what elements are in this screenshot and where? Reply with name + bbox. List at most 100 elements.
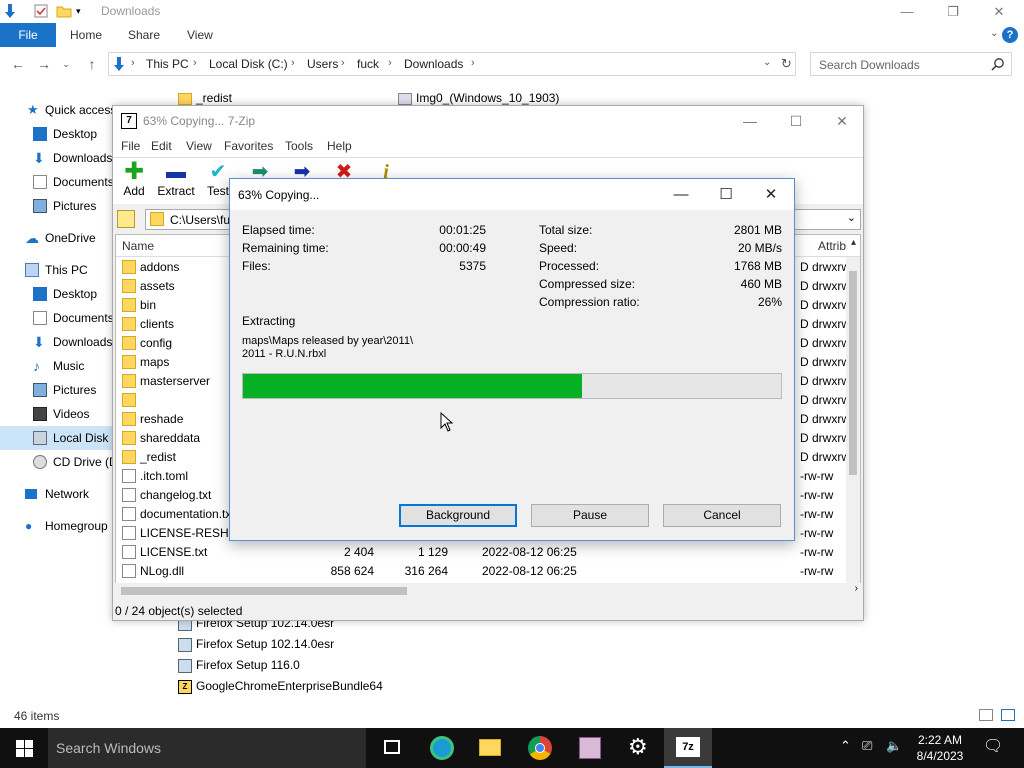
- taskbar-search-input[interactable]: Search Windows: [56, 740, 161, 756]
- add-button[interactable]: ✚ Add: [111, 160, 157, 204]
- crumb-separator-icon[interactable]: ›: [341, 57, 345, 69]
- crumb-downloads[interactable]: Downloads: [404, 57, 463, 71]
- taskbar-search[interactable]: Search Windows: [48, 728, 366, 768]
- column-name[interactable]: Name: [122, 239, 154, 253]
- search-input[interactable]: Search Downloads: [819, 58, 920, 72]
- search-icon[interactable]: [991, 57, 1005, 71]
- edge-button[interactable]: [418, 728, 466, 768]
- list-item[interactable]: NLog.dll 858 624 316 264 2022-08-12 06:25 -r…: [116, 562, 846, 581]
- horizontal-scrollbar[interactable]: ›: [115, 583, 861, 599]
- nav-pc-downloads[interactable]: ⬇ Downloads: [33, 332, 117, 352]
- refresh-icon[interactable]: ↻: [781, 56, 792, 72]
- list-item[interactable]: LICENSE.txt 2 404 1 129 2022-08-12 06:25 -rw…: [116, 543, 846, 562]
- help-icon[interactable]: ?: [1002, 27, 1018, 43]
- ribbon-view-tab[interactable]: View: [187, 23, 213, 47]
- volume-muted-icon[interactable]: 🔈: [886, 738, 902, 754]
- details-view-icon[interactable]: [979, 709, 993, 721]
- nav-pc-desktop[interactable]: Desktop: [33, 284, 117, 304]
- expand-ribbon-icon[interactable]: ⌄: [990, 28, 998, 39]
- large-icons-view-icon[interactable]: [1001, 709, 1015, 721]
- task-view-button[interactable]: [368, 728, 416, 768]
- nav-downloads[interactable]: ⬇ Downloads: [33, 148, 117, 168]
- nav-this-pc[interactable]: This PC: [25, 260, 117, 280]
- nav-quick-access[interactable]: ★ Quick access: [27, 100, 117, 120]
- properties-icon[interactable]: [33, 3, 49, 19]
- menu-help[interactable]: Help: [327, 139, 352, 153]
- ribbon-share-tab[interactable]: Share: [128, 23, 160, 47]
- path-dropdown-icon[interactable]: ⌄: [847, 211, 856, 224]
- new-folder-icon[interactable]: [56, 3, 72, 19]
- menu-view[interactable]: View: [186, 139, 212, 153]
- menu-edit[interactable]: Edit: [151, 139, 172, 153]
- menu-file[interactable]: File: [121, 139, 140, 153]
- nav-cd-drive[interactable]: CD Drive (D: [33, 452, 117, 472]
- nav-local-disk[interactable]: Local Disk (: [0, 426, 117, 450]
- nav-videos[interactable]: Videos: [33, 404, 117, 424]
- sevenzip-close-button[interactable]: ✕: [819, 106, 865, 136]
- notifications-icon[interactable]: 🗨: [983, 736, 1003, 756]
- nav-homegroup[interactable]: ● Homegroup: [25, 516, 117, 536]
- file-item[interactable]: Firefox Setup 102.14.0esr: [178, 634, 334, 654]
- customize-qat-icon[interactable]: ▾: [76, 3, 92, 19]
- crumb-separator-icon[interactable]: ›: [471, 57, 475, 69]
- up-folder-icon[interactable]: [117, 210, 135, 228]
- nav-pc-pictures[interactable]: Pictures: [33, 380, 117, 400]
- ribbon-home-tab[interactable]: Home: [70, 23, 102, 47]
- scroll-up-icon[interactable]: ▴: [851, 237, 856, 248]
- network-status-icon[interactable]: ⎚: [862, 738, 872, 754]
- nav-documents[interactable]: Documents: [33, 172, 117, 192]
- ribbon-file-tab[interactable]: File: [0, 23, 56, 47]
- explorer-minimize-button[interactable]: —: [884, 0, 930, 23]
- scroll-right-icon[interactable]: ›: [855, 583, 858, 594]
- download-arrow-icon[interactable]: [2, 3, 18, 19]
- start-button[interactable]: [0, 728, 48, 768]
- sevenzip-maximize-button[interactable]: ☐: [773, 106, 819, 136]
- background-button[interactable]: Background: [399, 504, 517, 527]
- crumb-separator-icon[interactable]: ›: [291, 57, 295, 69]
- crumb-separator-icon[interactable]: ›: [388, 57, 392, 69]
- nav-network[interactable]: Network: [25, 484, 117, 504]
- explorer-close-button[interactable]: ✕: [976, 0, 1022, 23]
- chrome-button[interactable]: [516, 728, 564, 768]
- progress-minimize-button[interactable]: —: [658, 179, 704, 210]
- nav-onedrive[interactable]: ☁ OneDrive: [25, 228, 117, 248]
- search-box[interactable]: Search Downloads: [810, 52, 1012, 76]
- nav-music[interactable]: ♪ Music: [33, 356, 117, 376]
- pause-button[interactable]: Pause: [531, 504, 649, 527]
- crumb-local-disk[interactable]: Local Disk (C:): [209, 57, 288, 71]
- crumb-separator-icon[interactable]: ›: [193, 57, 197, 69]
- clock[interactable]: 2:22 AM 8/4/2023: [912, 732, 968, 764]
- recent-locations-icon[interactable]: ⌄: [56, 53, 76, 75]
- back-button[interactable]: ←: [8, 53, 28, 75]
- crumb-separator-icon[interactable]: ›: [131, 57, 135, 69]
- nav-pictures[interactable]: Pictures: [33, 196, 117, 216]
- crumb-users[interactable]: Users: [307, 57, 338, 71]
- progress-maximize-button[interactable]: ☐: [703, 179, 749, 210]
- cancel-button[interactable]: Cancel: [663, 504, 781, 527]
- show-hidden-icons-icon[interactable]: ⌃: [840, 738, 851, 754]
- address-dropdown-icon[interactable]: ⌄: [763, 57, 771, 68]
- file-explorer-button[interactable]: [466, 728, 514, 768]
- explorer-maximize-button[interactable]: ❐: [930, 0, 976, 23]
- forward-button[interactable]: →: [34, 53, 54, 75]
- menu-tools[interactable]: Tools: [285, 139, 313, 153]
- progress-close-button[interactable]: ✕: [748, 179, 794, 210]
- file-item[interactable]: Z GoogleChromeEnterpriseBundle64: [178, 676, 383, 696]
- address-bar[interactable]: › This PC › Local Disk (C:) › Users › fu…: [108, 52, 796, 76]
- crumb-this-pc[interactable]: This PC: [146, 57, 189, 71]
- settings-button[interactable]: ⚙: [614, 728, 662, 768]
- 7zip-taskbar-button[interactable]: 7z: [664, 728, 712, 768]
- nav-desktop[interactable]: Desktop: [33, 124, 117, 144]
- file-item[interactable]: Firefox Setup 116.0: [178, 655, 300, 675]
- nav-pc-documents[interactable]: Documents: [33, 308, 117, 328]
- sevenzip-minimize-button[interactable]: —: [727, 106, 773, 136]
- vertical-scrollbar[interactable]: [846, 257, 860, 583]
- extract-button[interactable]: ▬ Extract: [153, 160, 199, 204]
- scroll-thumb[interactable]: [121, 587, 407, 595]
- crumb-user[interactable]: fuck: [357, 57, 379, 71]
- up-button[interactable]: ↑: [82, 53, 102, 75]
- scroll-thumb[interactable]: [849, 271, 857, 475]
- column-attrib[interactable]: Attrib: [818, 239, 846, 253]
- menu-favorites[interactable]: Favorites: [224, 139, 273, 153]
- winrar-button[interactable]: [566, 728, 614, 768]
